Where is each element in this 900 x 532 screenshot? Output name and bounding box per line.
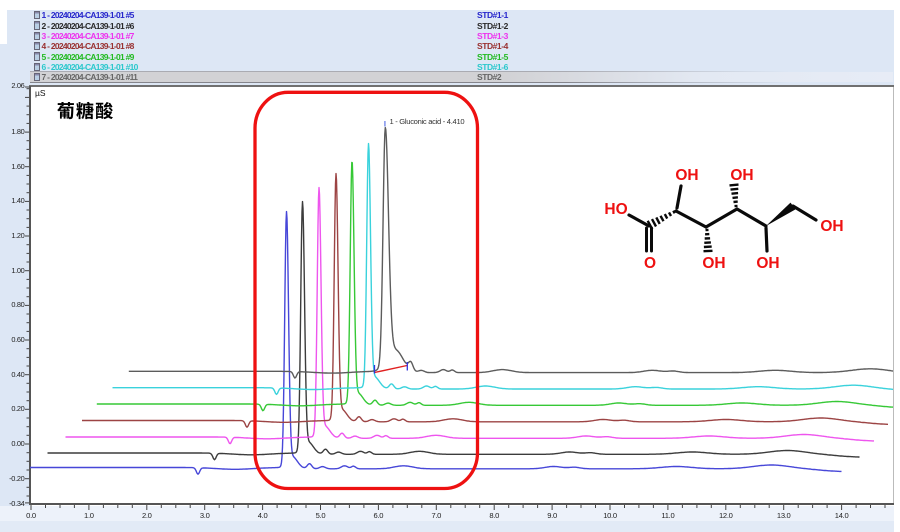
- svg-text:OH: OH: [730, 167, 753, 184]
- svg-text:OH: OH: [702, 255, 725, 272]
- svg-text:OH: OH: [756, 255, 779, 272]
- svg-text:O: O: [644, 255, 656, 272]
- svg-text:OH: OH: [820, 218, 843, 235]
- svg-text:OH: OH: [675, 167, 698, 184]
- svg-text:HO: HO: [604, 201, 627, 218]
